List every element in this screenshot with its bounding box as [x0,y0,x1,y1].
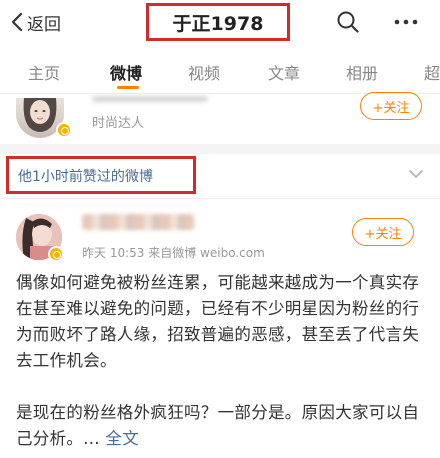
post-time: 昨天 10:53 [82,246,145,260]
tab-video[interactable]: 视频 [188,60,220,84]
user-description: 时尚达人 [92,116,145,131]
profile-tabs: 主页 微博 视频 文章 相册 超 [0,52,440,94]
full-text-link[interactable]: 全文 [105,429,139,448]
verified-badge-icon [48,246,64,262]
divider [0,198,440,199]
search-icon[interactable] [336,10,360,34]
section-divider [0,144,440,154]
post-paragraph: 偶像如何避免被粉丝连累，可能越来越成为一个真实存在甚至难以避免的问题，已经有不少… [16,273,420,370]
back-label: 返回 [27,14,61,35]
top-nav-bar: 返回 于正1978 [0,0,440,44]
page-title: 于正1978 [146,3,290,41]
section-title: 他1小时前赞过的微博 [18,169,153,185]
recommended-user-card: 时尚达人 +关注 [0,92,440,144]
chevron-down-icon[interactable] [408,168,424,180]
post-source: 来自微博 weibo.com [148,246,265,260]
tab-more[interactable]: 超 [424,60,440,84]
post-header: 昨天 10:53 来自微博 weibo.com +关注 [0,204,440,264]
post-paragraph: 是现在的粉丝格外疯狂吗？一部分是。原因大家可以自己分析。... 全文 [16,400,428,452]
verified-badge-icon [56,122,72,138]
post-paragraph-text: 是现在的粉丝格外疯狂吗？一部分是。原因大家可以自己分析。... [16,403,420,448]
tab-weibo[interactable]: 微博 [110,60,142,84]
tab-articles[interactable]: 文章 [268,60,300,84]
follow-button[interactable]: +关注 [352,218,414,246]
back-button[interactable]: 返回 [10,8,61,36]
tab-albums[interactable]: 相册 [346,60,378,84]
post-content: 偶像如何避免被粉丝连累，可能越来越成为一个真实存在甚至难以避免的问题，已经有不少… [16,270,428,452]
blurred-username [82,214,194,230]
active-tab-indicator [117,86,139,89]
liked-posts-header: 他1小时前赞过的微博 [0,154,440,198]
post-meta: 昨天 10:53 来自微博 weibo.com [82,244,265,261]
follow-button[interactable]: +关注 [360,92,422,120]
tab-home[interactable]: 主页 [28,60,60,84]
blurred-username [92,96,208,102]
chevron-left-icon [11,12,23,32]
more-icon[interactable] [392,10,420,34]
